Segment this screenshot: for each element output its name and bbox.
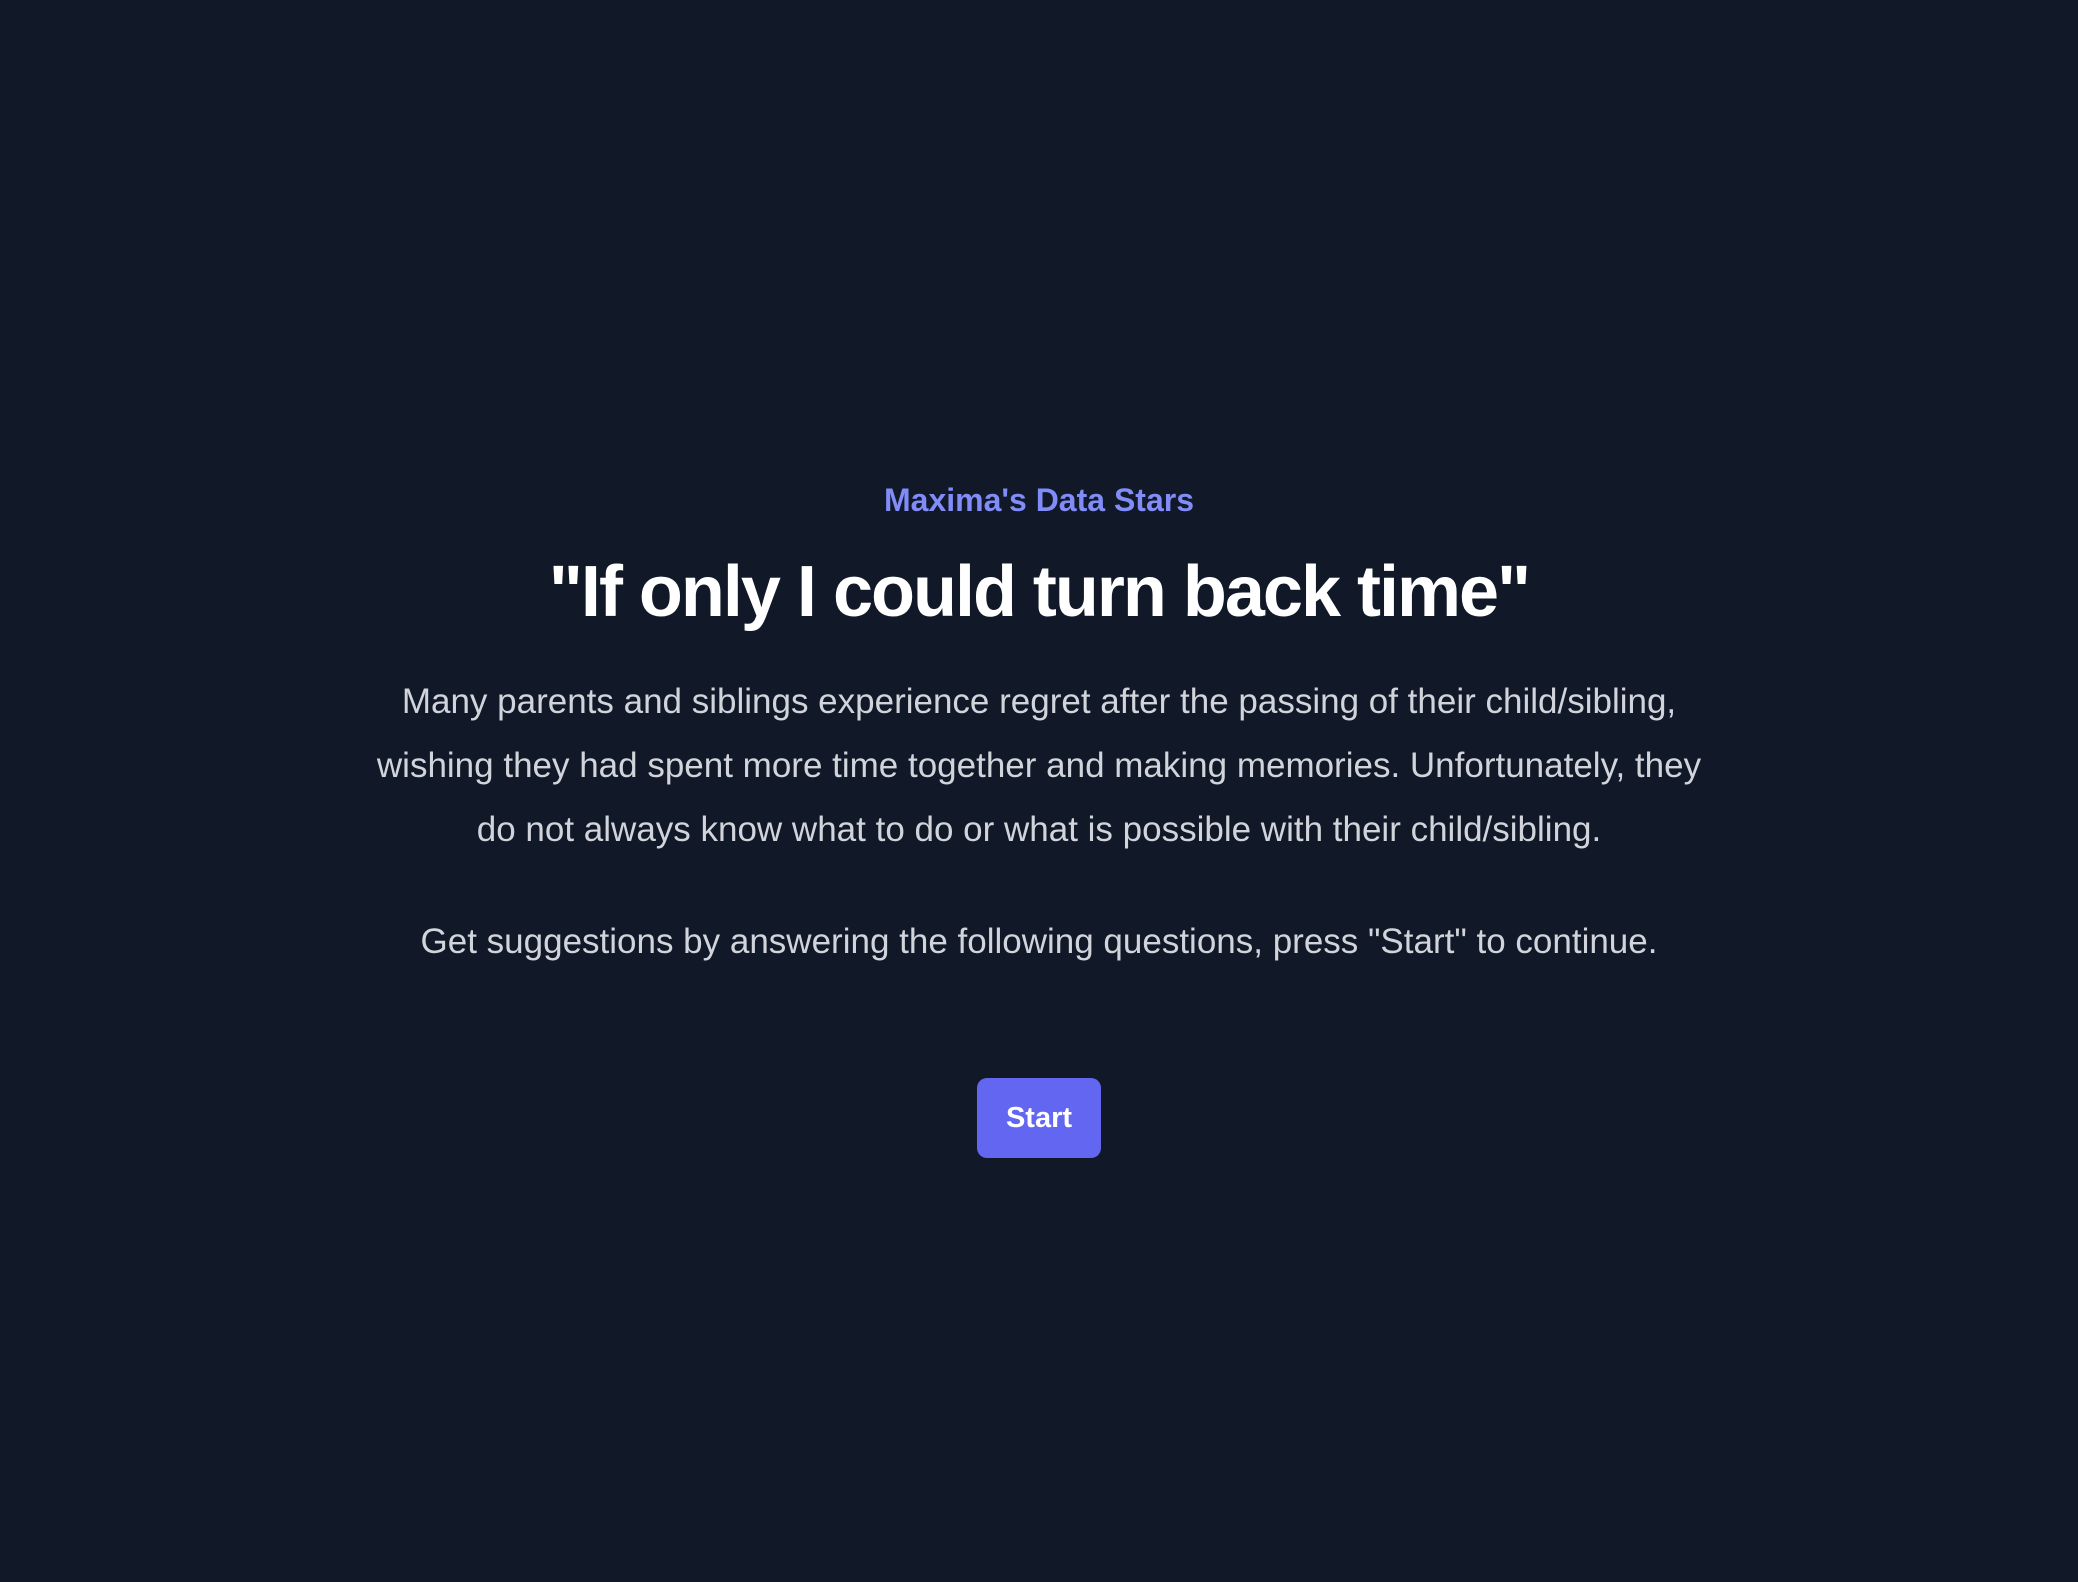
brand-eyebrow: Maxima's Data Stars — [884, 482, 1194, 518]
page: Maxima's Data Stars "If only I could tur… — [0, 0, 2078, 1582]
intro-instruction: Get suggestions by answering the followi… — [420, 922, 1658, 961]
intro-description: Many parents and siblings experience reg… — [376, 682, 1702, 849]
page-title: "If only I could turn back time" — [548, 552, 1531, 632]
start-button[interactable]: Start — [977, 1078, 1101, 1158]
hero-section: Maxima's Data Stars "If only I could tur… — [0, 476, 2078, 1158]
